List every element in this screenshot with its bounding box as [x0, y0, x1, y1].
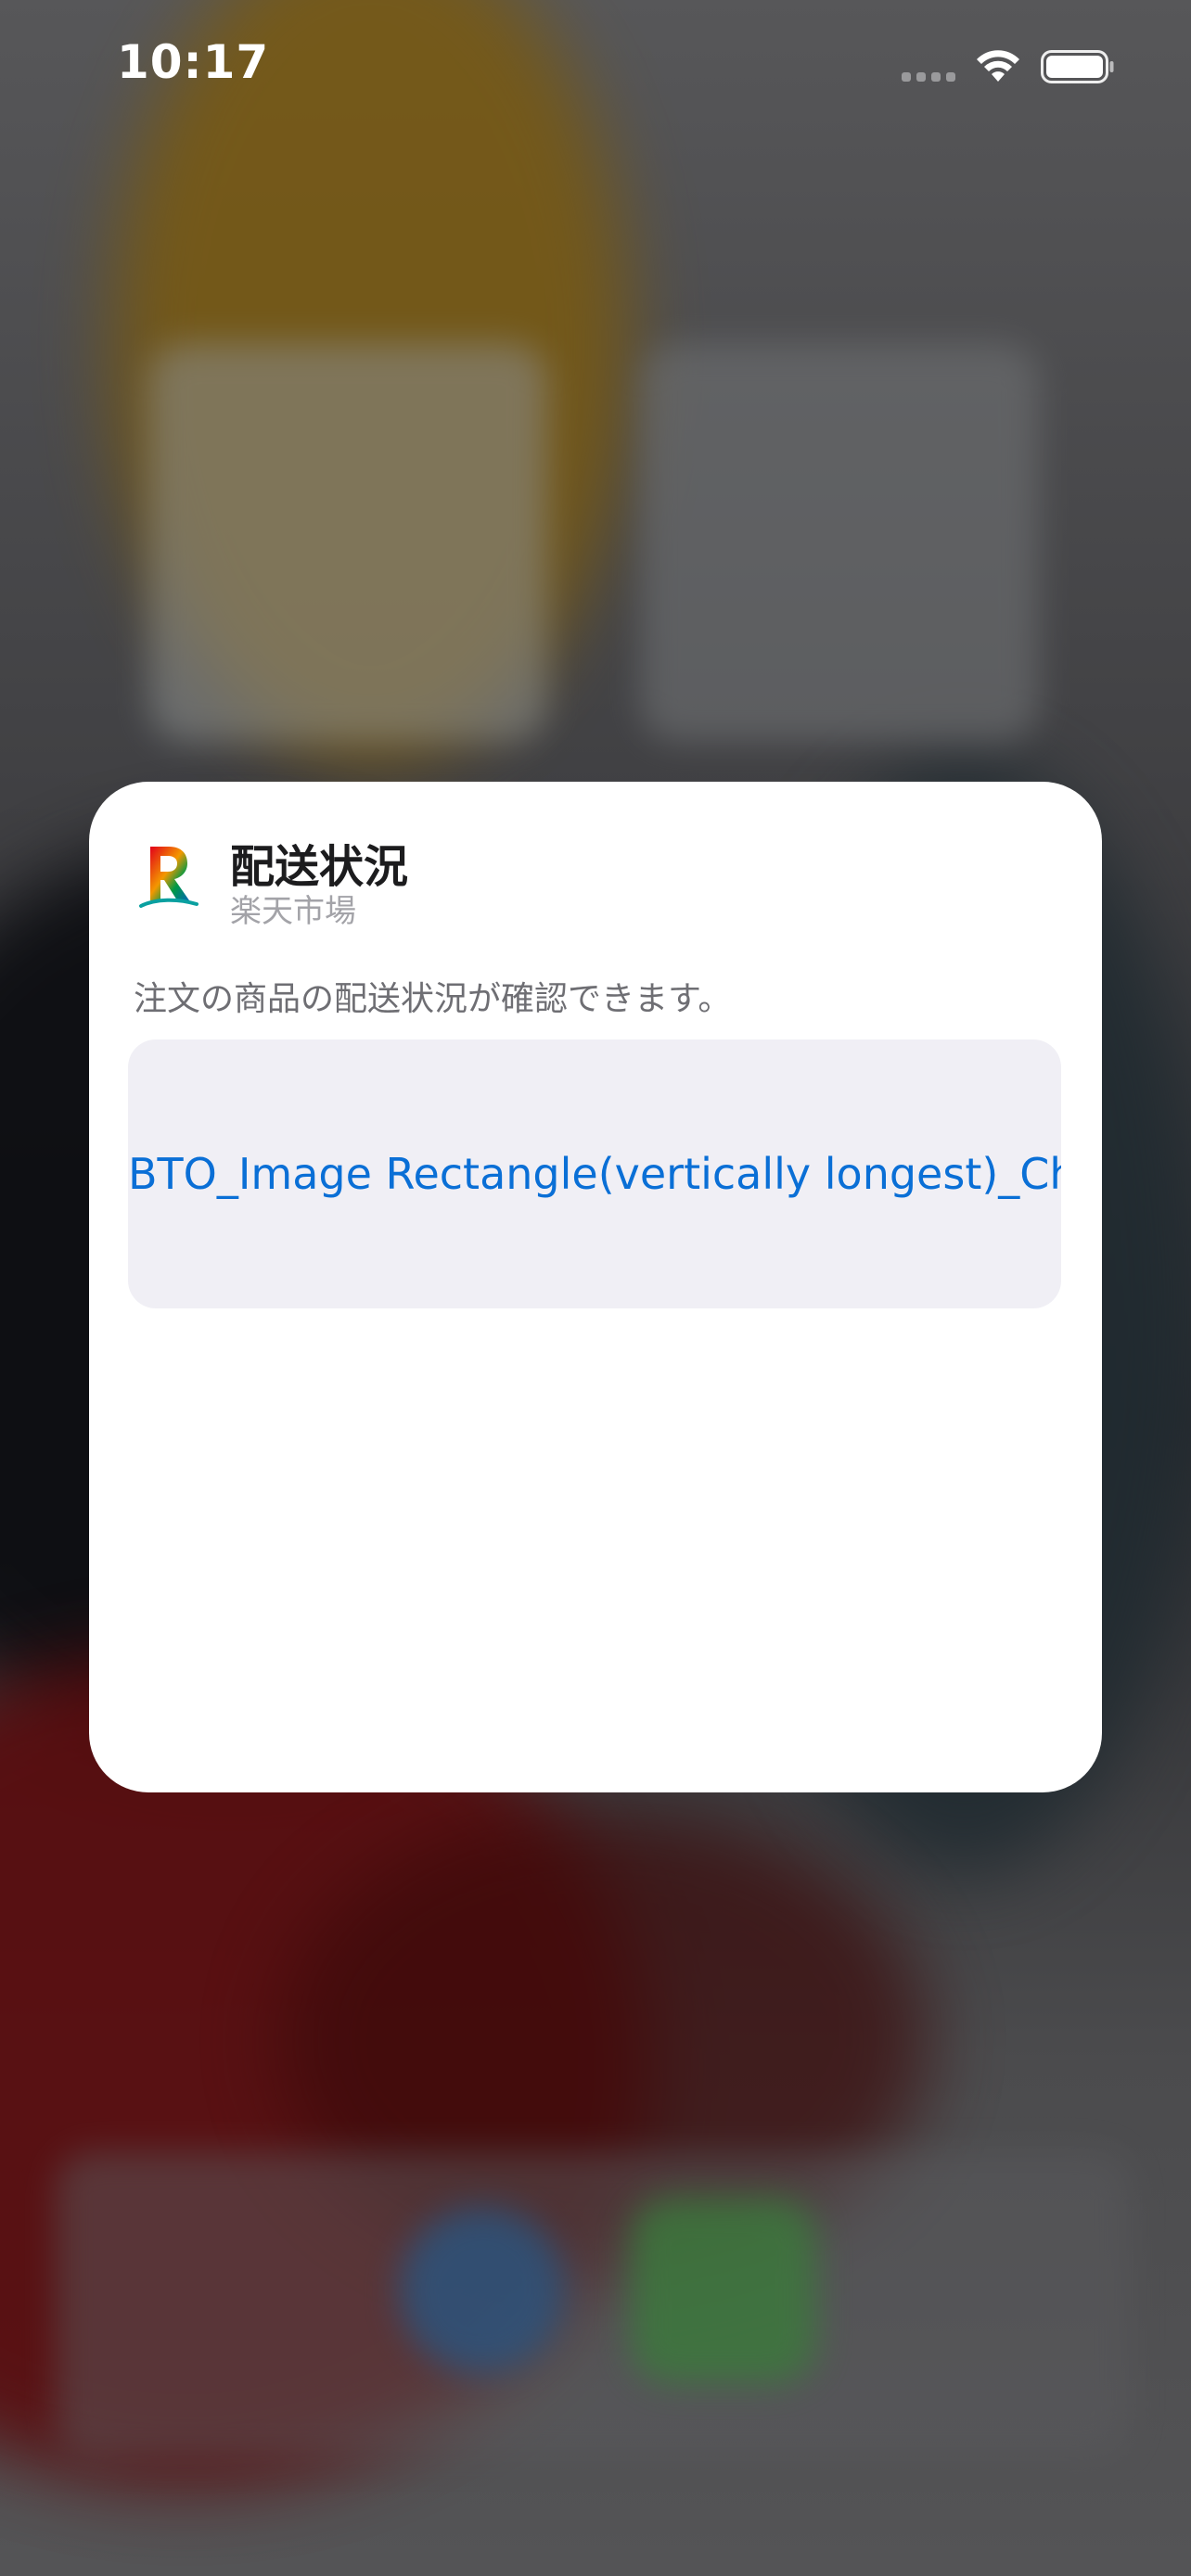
blurred-app-icon: [399, 2207, 566, 2374]
blurred-widget: [148, 343, 547, 742]
status-bar: 10:17: [0, 0, 1191, 139]
widget-description: 注文の商品の配送状況が確認できます。: [134, 980, 732, 1018]
battery-icon: [1041, 50, 1114, 83]
rakuten-logo-icon: [139, 847, 198, 908]
blurred-dock: [56, 2151, 1132, 2457]
status-time: 10:17: [117, 35, 270, 89]
app-name: 楽天市場: [230, 893, 356, 930]
blurred-widget: [640, 343, 1039, 742]
blurred-app-icon: [631, 2198, 816, 2383]
widget-preview-card[interactable]: 配送状況 楽天市場 注文の商品の配送状況が確認できます。 BTO_Image R…: [89, 782, 1102, 1792]
cellular-signal-icon: [902, 72, 955, 82]
image-placeholder-label: BTO_Image Rectangle(vertically longest)_…: [128, 1149, 1061, 1199]
wifi-icon: [977, 50, 1019, 82]
widget-preview-area: BTO_Image Rectangle(vertically longest)_…: [128, 1039, 1061, 1308]
